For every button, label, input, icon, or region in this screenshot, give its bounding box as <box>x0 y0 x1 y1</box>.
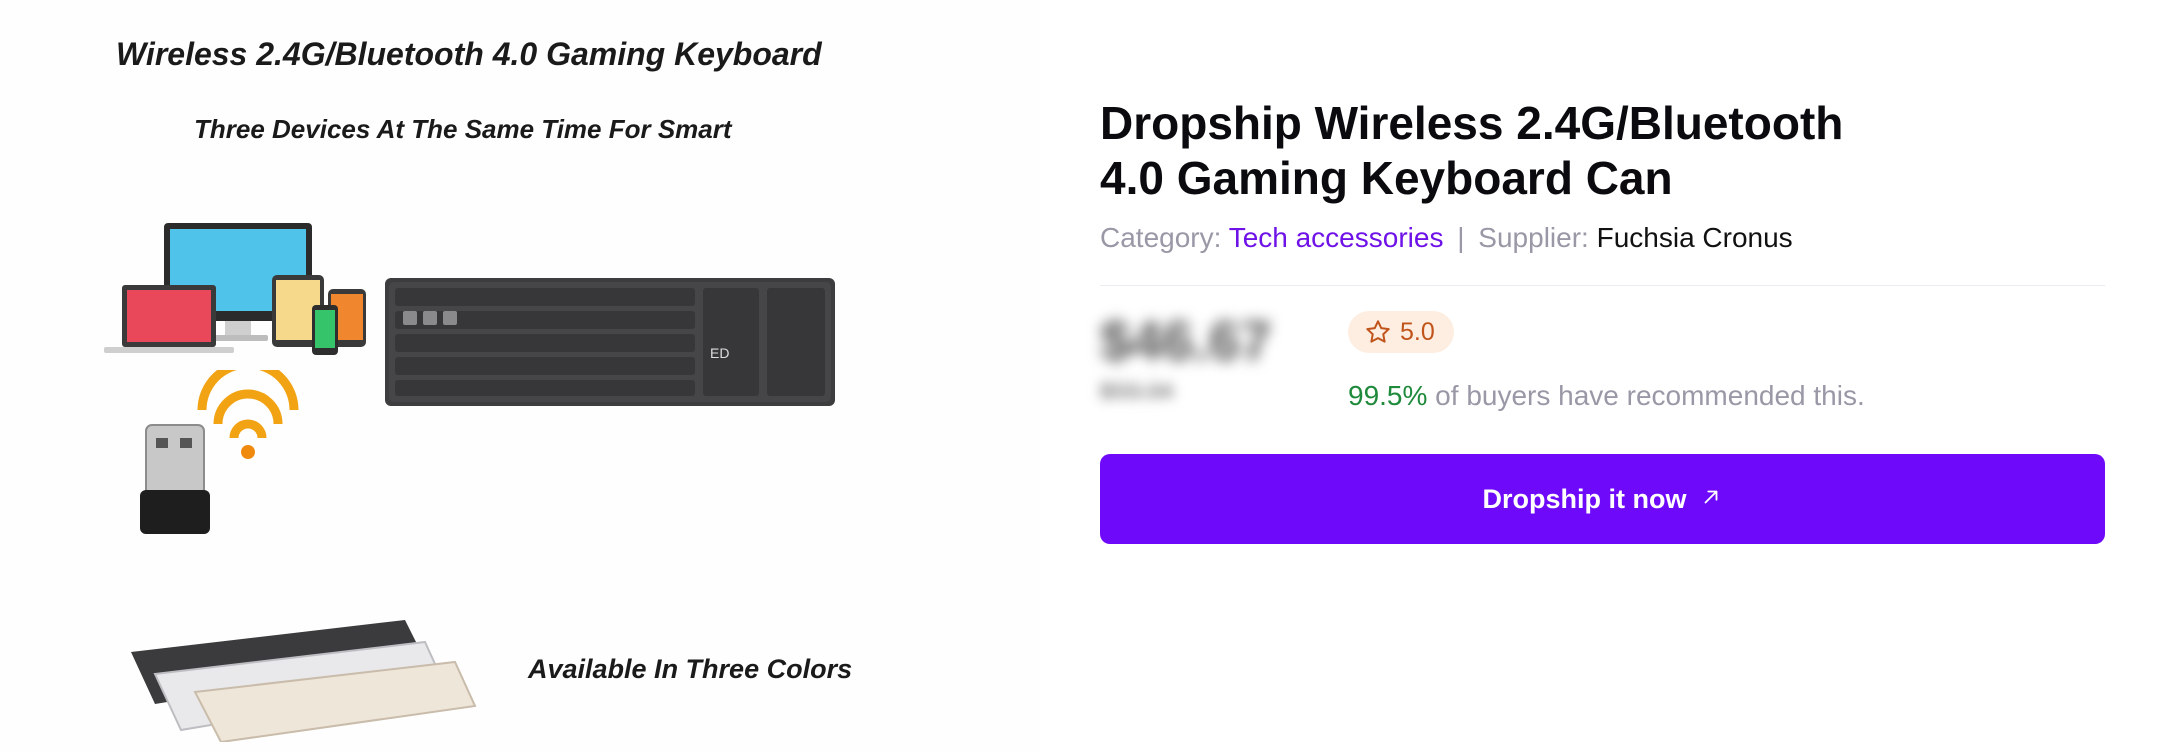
svg-text:ED: ED <box>710 345 729 361</box>
supplier-label: Supplier: <box>1478 222 1589 253</box>
usb-receiver-illustration <box>140 370 299 534</box>
dropship-now-button[interactable]: Dropship it now <box>1100 454 2105 544</box>
product-meta: Category: Tech accessories | Supplier: F… <box>1100 222 1793 254</box>
image-colors-caption: Available In Three Colors <box>528 654 853 684</box>
dropship-now-label: Dropship it now <box>1482 483 1687 514</box>
star-outline-icon <box>1364 318 1392 346</box>
price: $46.67 <box>1100 309 1272 372</box>
image-subheadline: Three Devices At The Same Time For Smart <box>194 114 732 144</box>
product-title: Dropship Wireless 2.4G/Bluetooth 4.0 Gam… <box>1100 97 1844 204</box>
supplier-name: Fuchsia Cronus <box>1596 222 1793 253</box>
rating-value: 5.0 <box>1400 317 1435 346</box>
recommendation-text: 99.5% of buyers have recommended this. <box>1348 380 1865 412</box>
recommend-caption: of buyers have recommended this. <box>1427 380 1865 411</box>
category-link[interactable]: Tech accessories <box>1229 222 1444 253</box>
category-label: Category: <box>1100 222 1222 253</box>
divider <box>1100 285 2105 286</box>
keyboard-colors-illustration <box>131 620 477 742</box>
meta-separator: | <box>1457 222 1465 253</box>
rating-badge: 5.0 <box>1348 311 1454 353</box>
arrow-up-right-icon <box>1700 484 1722 515</box>
old-price: $93.34 <box>1100 378 1174 405</box>
image-headline: Wireless 2.4G/Bluetooth 4.0 Gaming Keybo… <box>116 36 822 72</box>
devices-illustration <box>104 223 366 355</box>
product-image: Wireless 2.4G/Bluetooth 4.0 Gaming Keybo… <box>0 0 1040 751</box>
keyboard-illustration: ED <box>385 278 835 406</box>
recommend-percent: 99.5% <box>1348 380 1428 411</box>
